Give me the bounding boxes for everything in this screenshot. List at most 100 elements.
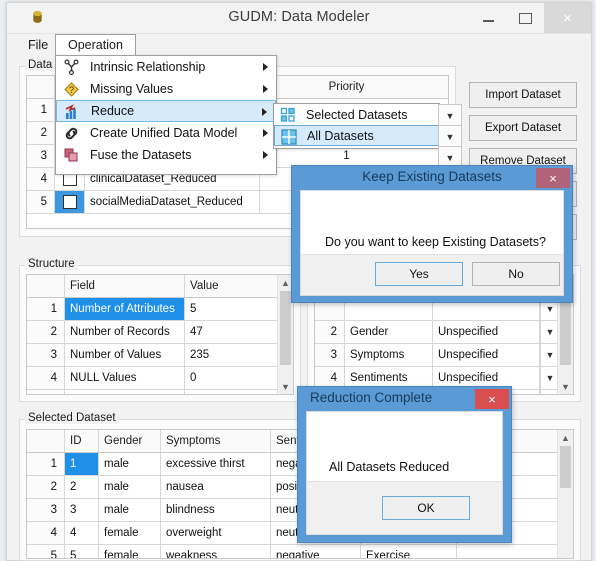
scroll-down-icon[interactable]: ▼ bbox=[558, 379, 573, 394]
submenu-item-selected-datasets[interactable]: Selected Datasets bbox=[274, 104, 439, 125]
col-rownum bbox=[27, 275, 65, 297]
scrollbar-thumb[interactable] bbox=[560, 446, 571, 488]
row-num: 2 bbox=[27, 476, 65, 498]
table-row[interactable]: 5 Empty Values 0 bbox=[27, 390, 293, 394]
row-extra bbox=[457, 545, 558, 558]
menu-operation[interactable]: Operation bbox=[55, 34, 136, 57]
table-row[interactable]: 2 Gender Unspecified ▼ bbox=[315, 321, 573, 344]
dialog-close-button[interactable]: × bbox=[536, 168, 570, 188]
close-button[interactable]: × bbox=[544, 3, 591, 33]
structure-grid[interactable]: Field Value 1 Number of Attributes 5 2 N… bbox=[26, 274, 294, 395]
row-value: 5 bbox=[190, 303, 197, 315]
menu-bar: File Operation bbox=[7, 34, 591, 57]
scrollbar-thumb[interactable] bbox=[280, 291, 291, 365]
selected-dataset-scrollbar[interactable]: ▲ bbox=[557, 430, 573, 558]
table-row[interactable]: 4 NULL Values 0 bbox=[27, 367, 293, 390]
structure-grid-header: Field Value bbox=[27, 275, 293, 298]
table-row[interactable]: 5 5 female weakness negative Exercise bbox=[27, 545, 573, 558]
row-num: 3 bbox=[27, 344, 65, 366]
minimize-button[interactable] bbox=[470, 3, 507, 33]
row-num: 3 bbox=[315, 344, 345, 366]
row-num: 1 bbox=[27, 99, 55, 121]
row-symptoms: excessive thirst bbox=[161, 453, 271, 475]
submenu-arrow-icon bbox=[263, 129, 268, 137]
table-row[interactable]: 3 Symptoms Unspecified ▼ bbox=[315, 344, 573, 367]
table-row[interactable]: 1 Number of Attributes 5 bbox=[27, 298, 293, 321]
data-group-label: Data bbox=[25, 59, 56, 71]
no-button[interactable]: No bbox=[472, 262, 560, 286]
application-window: GUDM: Data Modeler × File Operation Data… bbox=[0, 0, 596, 561]
bar-chart-icon bbox=[64, 104, 81, 121]
row-value: 0 bbox=[190, 372, 197, 384]
row-gender: male bbox=[99, 453, 161, 475]
row-id: 3 bbox=[65, 499, 99, 521]
col-gender: Gender bbox=[99, 430, 161, 452]
selected-datasets-icon bbox=[280, 107, 296, 123]
dialog-message: Do you want to keep Existing Datasets? bbox=[325, 235, 546, 249]
priority-dropdown-2[interactable]: ▼ bbox=[438, 125, 462, 148]
table-row[interactable]: 2 Number of Records 47 bbox=[27, 321, 293, 344]
menu-item-missing-values[interactable]: ? Missing Values bbox=[56, 78, 276, 100]
keep-existing-datasets-dialog: Keep Existing Datasets × Do you want to … bbox=[291, 165, 573, 303]
row-field: Number of Records bbox=[65, 321, 185, 343]
submenu-item-label: All Datasets bbox=[307, 128, 374, 143]
menu-item-label: Reduce bbox=[91, 104, 135, 118]
submenu-arrow-icon bbox=[263, 63, 268, 71]
ok-button[interactable]: OK bbox=[382, 496, 470, 520]
table-row[interactable]: 3 Number of Values 235 bbox=[27, 344, 293, 367]
row-value: 47 bbox=[190, 326, 203, 338]
row-checkbox[interactable] bbox=[55, 191, 85, 213]
reduce-submenu-popup[interactable]: Selected Datasets All Datasets bbox=[273, 103, 440, 149]
export-dataset-button[interactable]: Export Dataset bbox=[469, 115, 577, 141]
row-field: Number of Attributes bbox=[65, 298, 185, 320]
fuse-shapes-icon bbox=[63, 147, 80, 164]
row-gender: male bbox=[99, 476, 161, 498]
title-bar: GUDM: Data Modeler × bbox=[7, 3, 591, 34]
row-gender: male bbox=[99, 499, 161, 521]
menu-item-reduce[interactable]: Reduce bbox=[56, 100, 276, 122]
selected-dataset-group-label: Selected Dataset bbox=[25, 412, 119, 424]
row-gender: female bbox=[99, 545, 161, 558]
priority-dropdown-1[interactable]: ▼ bbox=[438, 104, 462, 127]
svg-text:?: ? bbox=[69, 85, 74, 95]
scroll-down-icon[interactable]: ▼ bbox=[278, 379, 293, 394]
col-symptoms: Symptoms bbox=[161, 430, 271, 452]
row-name: socialMediaDataset_Reduced bbox=[85, 191, 260, 213]
import-dataset-button[interactable]: Import Dataset bbox=[469, 82, 577, 108]
dialog-body: Do you want to keep Existing Datasets? Y… bbox=[300, 190, 564, 296]
operation-menu-popup[interactable]: Intrinsic Relationship ? Missing Values bbox=[55, 55, 277, 175]
submenu-arrow-icon bbox=[262, 108, 267, 116]
row-value: 235 bbox=[190, 349, 210, 361]
menu-item-label: Fuse the Datasets bbox=[90, 148, 192, 162]
submenu-item-label: Selected Datasets bbox=[306, 107, 408, 122]
dialog-title: Keep Existing Datasets bbox=[362, 169, 502, 184]
row-symptoms: blindness bbox=[161, 499, 271, 521]
menu-item-create-unified-data-model[interactable]: Create Unified Data Model bbox=[56, 122, 276, 144]
menu-item-intrinsic-relationship[interactable]: Intrinsic Relationship bbox=[56, 56, 276, 78]
row-num: 4 bbox=[27, 522, 65, 544]
row-attribute: Symptoms bbox=[345, 344, 433, 366]
chain-link-icon bbox=[63, 125, 80, 142]
question-diamond-icon: ? bbox=[63, 81, 80, 98]
row-symptoms: overweight bbox=[161, 522, 271, 544]
scroll-up-icon[interactable]: ▲ bbox=[558, 430, 573, 445]
menu-item-fuse-the-datasets[interactable]: Fuse the Datasets bbox=[56, 144, 276, 166]
menu-file[interactable]: File bbox=[19, 34, 57, 56]
row-gender: female bbox=[99, 522, 161, 544]
dialog-close-button[interactable]: × bbox=[475, 389, 509, 409]
dialog-title-bar: Keep Existing Datasets × bbox=[292, 166, 572, 190]
submenu-item-all-datasets[interactable]: All Datasets bbox=[274, 125, 439, 146]
row-num: 5 bbox=[27, 390, 65, 394]
row-sentiments: negative bbox=[271, 545, 361, 558]
maximize-button[interactable] bbox=[507, 3, 544, 33]
structure-group-label: Structure bbox=[25, 258, 78, 270]
col-rownum bbox=[27, 76, 55, 98]
all-datasets-icon bbox=[281, 129, 297, 145]
row-num: 4 bbox=[27, 367, 65, 389]
menu-item-label: Intrinsic Relationship bbox=[90, 60, 206, 74]
row-type: Unspecified bbox=[433, 321, 540, 343]
yes-button[interactable]: Yes bbox=[375, 262, 463, 286]
dialog-message: All Datasets Reduced bbox=[329, 460, 450, 474]
row-field: Empty Values bbox=[65, 390, 185, 394]
row-num: 3 bbox=[27, 145, 55, 167]
